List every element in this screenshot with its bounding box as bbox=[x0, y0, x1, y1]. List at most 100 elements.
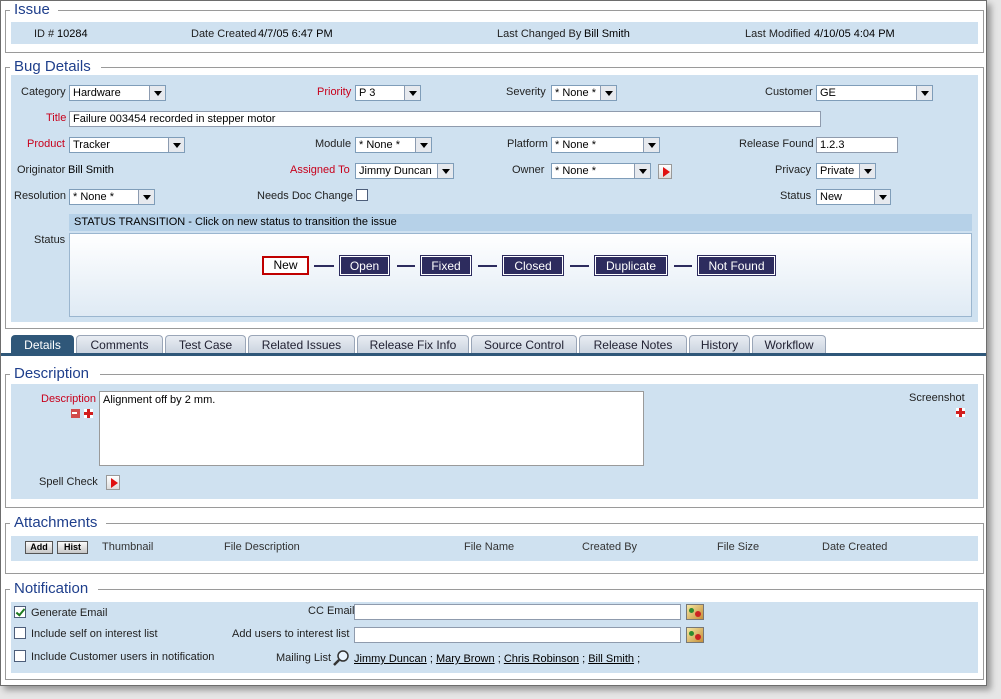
mailing-list-user[interactable]: Bill Smith bbox=[588, 653, 634, 665]
originator-value: Bill Smith bbox=[68, 164, 114, 176]
assigned-to-label: Assigned To bbox=[290, 164, 350, 176]
severity-select[interactable]: * None * bbox=[551, 85, 617, 101]
magnifier-icon[interactable] bbox=[333, 649, 351, 667]
bug-details-legend: Bug Details bbox=[12, 58, 93, 75]
priority-select[interactable]: P 3 bbox=[355, 85, 421, 101]
status-transition-header: STATUS TRANSITION - Click on new status … bbox=[69, 214, 972, 231]
needs-doc-change-checkbox[interactable] bbox=[356, 189, 368, 201]
tab-test-case[interactable]: Test Case bbox=[165, 335, 246, 354]
category-select[interactable]: Hardware bbox=[69, 85, 166, 101]
privacy-select[interactable]: Private bbox=[816, 163, 876, 179]
module-label: Module bbox=[315, 138, 352, 150]
state-connector bbox=[570, 265, 589, 267]
tab-related-issues[interactable]: Related Issues bbox=[248, 335, 355, 354]
platform-select[interactable]: * None * bbox=[551, 137, 660, 153]
col-created-by: Created By bbox=[582, 541, 638, 553]
state-new[interactable]: New bbox=[262, 256, 309, 275]
generate-email-checkbox[interactable] bbox=[14, 606, 26, 618]
spell-check-button[interactable] bbox=[106, 475, 120, 490]
customer-label: Customer bbox=[765, 86, 813, 98]
product-label: Product bbox=[27, 138, 65, 150]
tab-details[interactable]: Details bbox=[11, 335, 74, 354]
list-separator: ; bbox=[582, 653, 586, 665]
priority-label: Priority bbox=[317, 86, 352, 98]
include-customer-checkbox[interactable] bbox=[14, 650, 26, 662]
notification-section: Notification Generate Email Include self… bbox=[5, 580, 984, 680]
attachments-legend: Attachments bbox=[12, 514, 100, 531]
description-section: Description Description Alignment off by… bbox=[5, 365, 984, 508]
screenshot-label: Screenshot bbox=[909, 392, 965, 404]
col-thumbnail: Thumbnail bbox=[102, 541, 154, 553]
state-closed[interactable]: Closed bbox=[502, 255, 564, 276]
module-select[interactable]: * None * bbox=[355, 137, 432, 153]
id-value: 10284 bbox=[57, 28, 88, 40]
attachments-section: Attachments Add Hist Thumbnail File Desc… bbox=[5, 514, 984, 574]
tab-release-fix-info[interactable]: Release Fix Info bbox=[357, 335, 469, 354]
state-fixed[interactable]: Fixed bbox=[420, 255, 472, 276]
tab-bar-underline bbox=[1, 353, 986, 356]
col-date-created: Date Created bbox=[822, 541, 888, 553]
resolution-label: Resolution bbox=[14, 190, 66, 202]
category-label: Category bbox=[21, 86, 66, 98]
mailing-list-label: Mailing List bbox=[276, 652, 332, 664]
add-users-input[interactable] bbox=[354, 627, 681, 643]
date-created-label: Date Created bbox=[191, 28, 257, 40]
collapse-icon[interactable] bbox=[71, 409, 80, 418]
include-customer-label: Include Customer users in notification bbox=[31, 651, 215, 663]
assigned-to-select[interactable]: Jimmy Duncan bbox=[355, 163, 454, 179]
add-attachment-button[interactable]: Add bbox=[25, 541, 53, 554]
tab-comments[interactable]: Comments bbox=[76, 335, 163, 354]
description-textarea[interactable]: Alignment off by 2 mm. bbox=[99, 391, 644, 466]
description-legend: Description bbox=[12, 365, 92, 382]
owner-label: Owner bbox=[512, 164, 545, 176]
release-found-input[interactable]: 1.2.3 bbox=[816, 137, 898, 153]
issue-legend: Issue bbox=[12, 1, 52, 18]
address-book-icon[interactable] bbox=[686, 627, 704, 643]
list-separator: ; bbox=[637, 653, 641, 665]
last-modified-value: 4/10/05 4:04 PM bbox=[814, 28, 895, 40]
tab-release-notes[interactable]: Release Notes bbox=[579, 335, 687, 354]
platform-label: Platform bbox=[507, 138, 548, 150]
mailing-list-user[interactable]: Mary Brown bbox=[436, 653, 495, 665]
mailing-list-user[interactable]: Chris Robinson bbox=[504, 653, 579, 665]
last-changed-by-label: Last Changed By bbox=[497, 28, 582, 40]
col-file-size: File Size bbox=[717, 541, 760, 553]
title-label: Title bbox=[46, 112, 67, 124]
state-not-found[interactable]: Not Found bbox=[697, 255, 776, 276]
tab-history[interactable]: History bbox=[689, 335, 750, 354]
list-separator: ; bbox=[429, 653, 433, 665]
release-found-label: Release Found bbox=[739, 138, 814, 150]
mailing-list: Jimmy Duncan ; Mary Brown ; Chris Robins… bbox=[354, 653, 640, 665]
privacy-label: Privacy bbox=[775, 164, 812, 176]
attachment-history-button[interactable]: Hist bbox=[57, 541, 88, 554]
resolution-select[interactable]: * None * bbox=[69, 189, 155, 205]
owner-select[interactable]: * None * bbox=[551, 163, 651, 179]
status-label: Status bbox=[780, 190, 812, 202]
add-screenshot-icon[interactable] bbox=[956, 408, 965, 417]
last-modified-label: Last Modified bbox=[745, 28, 811, 40]
col-file-description: File Description bbox=[224, 541, 300, 553]
include-self-checkbox[interactable] bbox=[14, 627, 26, 639]
state-connector bbox=[478, 265, 497, 267]
customer-select[interactable]: GE bbox=[816, 85, 933, 101]
id-label: ID # bbox=[34, 28, 55, 40]
cc-email-input[interactable] bbox=[354, 604, 681, 620]
product-select[interactable]: Tracker bbox=[69, 137, 185, 153]
expand-icon[interactable] bbox=[84, 409, 93, 418]
tab-source-control[interactable]: Source Control bbox=[471, 335, 577, 354]
add-users-label: Add users to interest list bbox=[232, 628, 350, 640]
notification-legend: Notification bbox=[12, 580, 91, 597]
status-select[interactable]: New bbox=[816, 189, 891, 205]
mailing-list-user[interactable]: Jimmy Duncan bbox=[354, 653, 427, 665]
spell-check-label: Spell Check bbox=[39, 476, 98, 488]
address-book-icon[interactable] bbox=[686, 604, 704, 620]
date-created-value: 4/7/05 6:47 PM bbox=[258, 28, 333, 40]
last-changed-by-value: Bill Smith bbox=[584, 28, 630, 40]
include-self-label: Include self on interest list bbox=[31, 628, 158, 640]
issue-section: Issue ID # 10284 Date Created 4/7/05 6:4… bbox=[5, 1, 984, 53]
state-duplicate[interactable]: Duplicate bbox=[594, 255, 668, 276]
state-open[interactable]: Open bbox=[339, 255, 390, 276]
tab-workflow[interactable]: Workflow bbox=[752, 335, 826, 354]
owner-go-button[interactable] bbox=[658, 164, 672, 179]
title-input[interactable]: Failure 003454 recorded in stepper motor bbox=[69, 111, 821, 127]
